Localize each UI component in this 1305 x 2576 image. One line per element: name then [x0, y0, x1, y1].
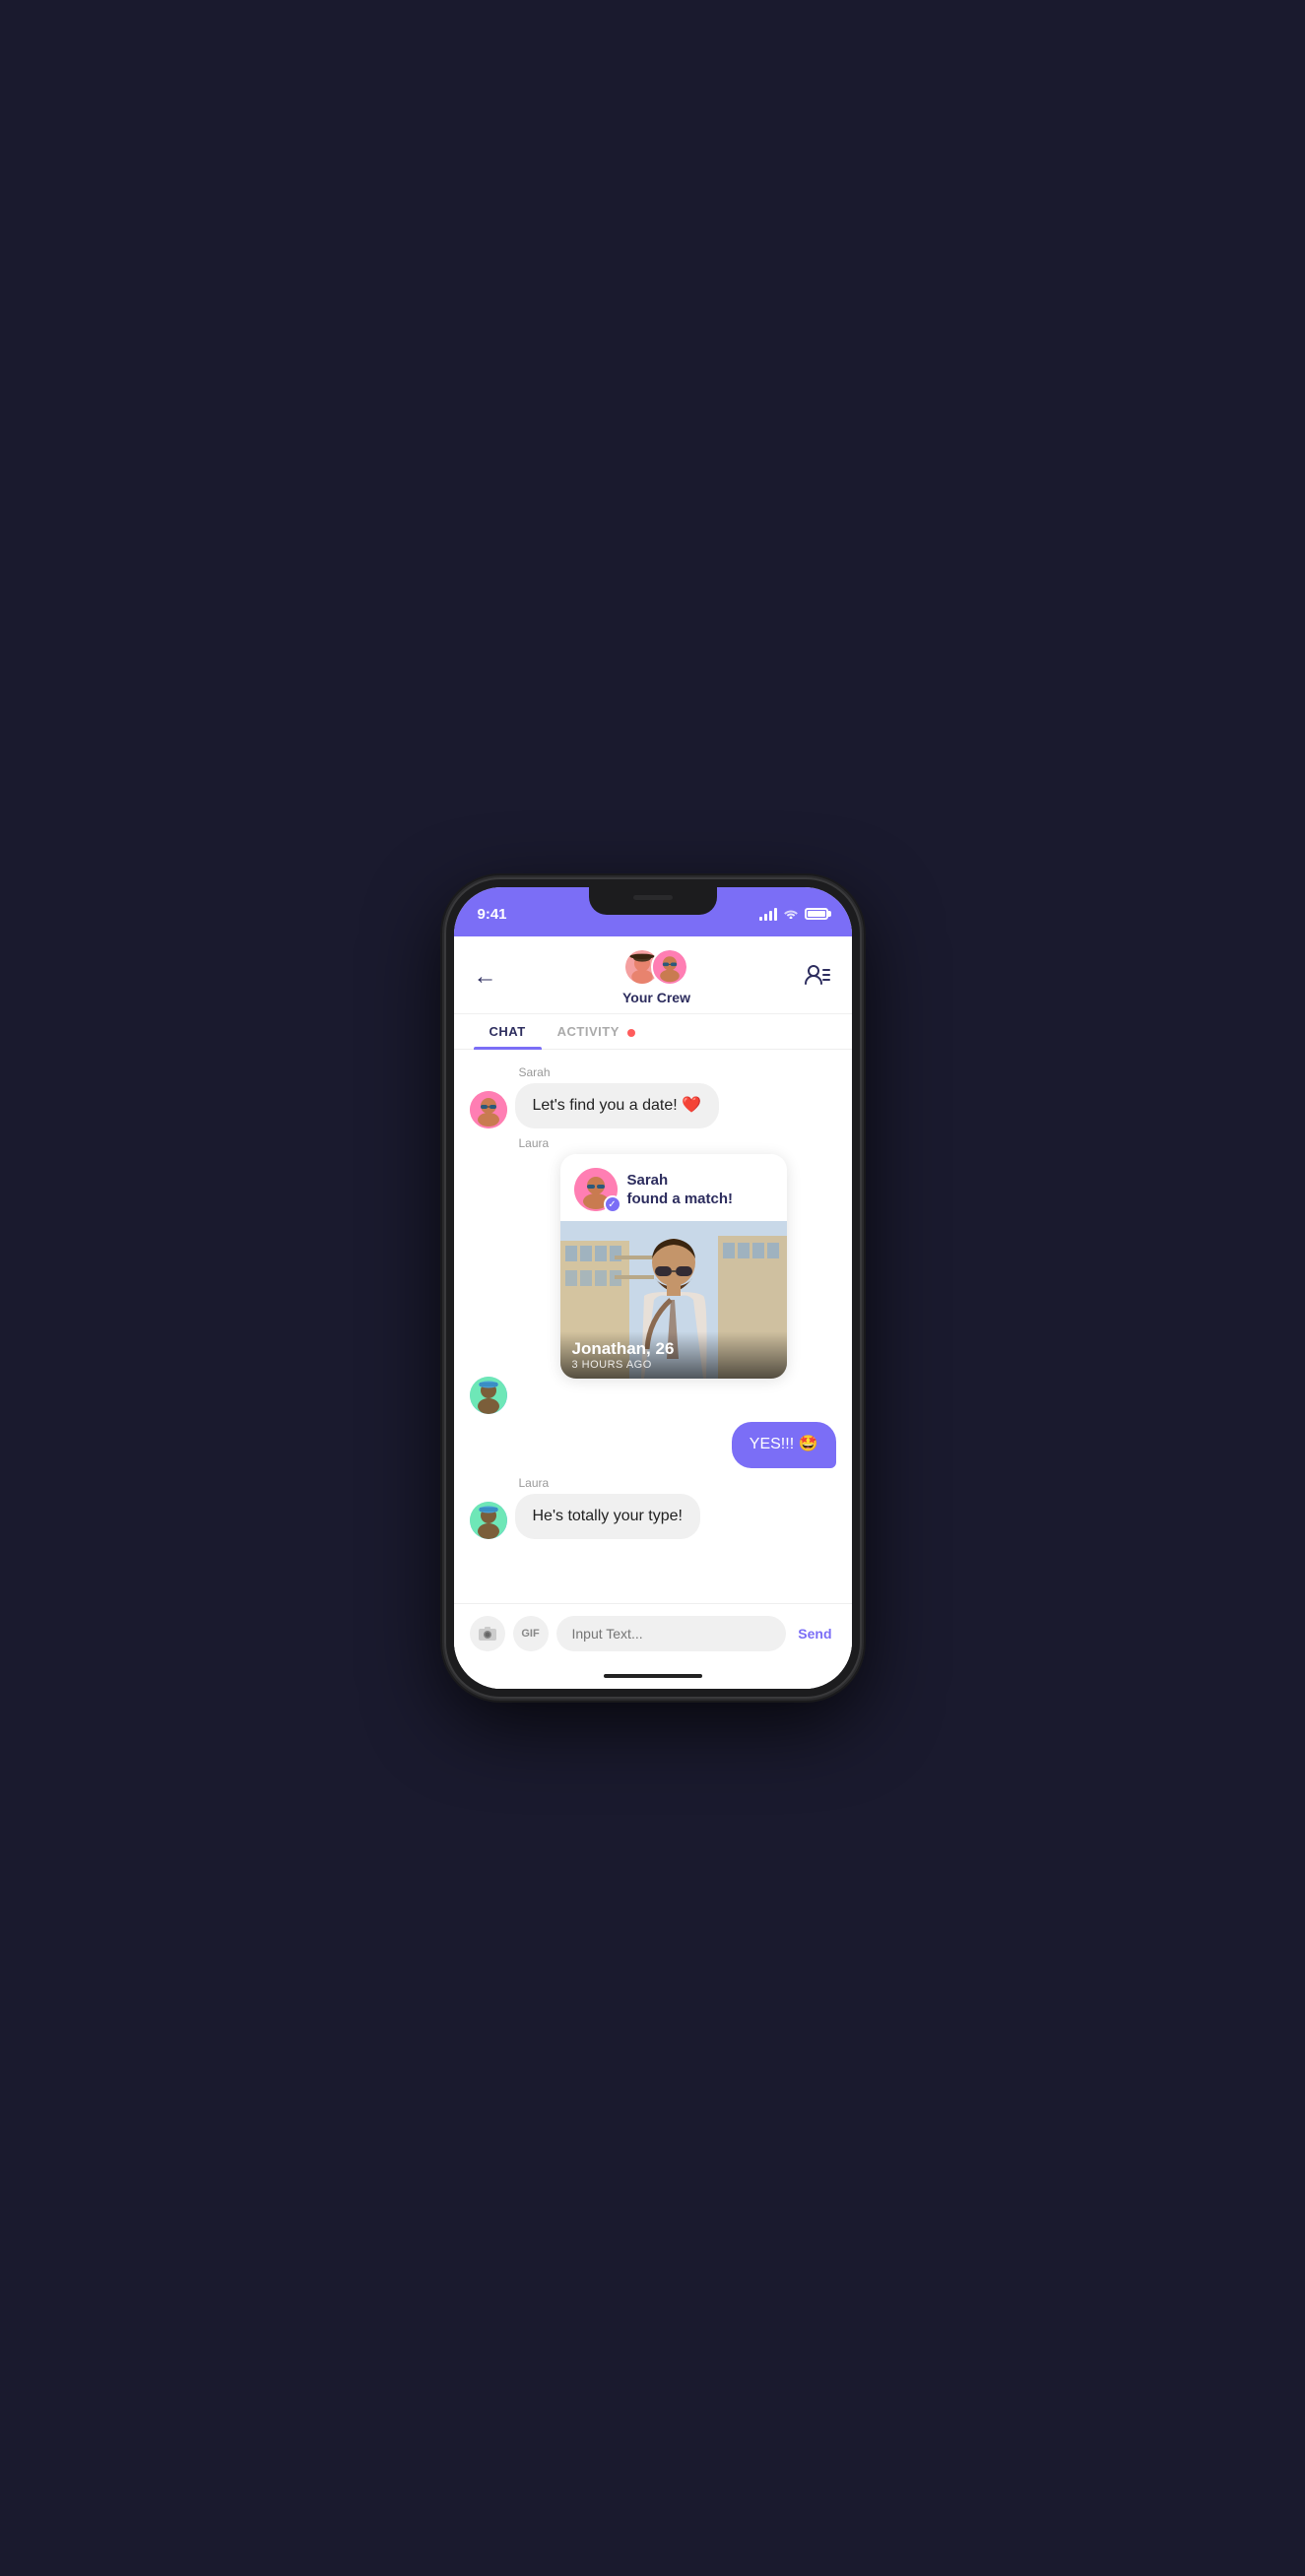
- crew-avatar-laura: [651, 948, 688, 986]
- laura-avatar-2: [470, 1502, 507, 1539]
- battery-icon: [805, 908, 828, 920]
- home-indicator: [454, 1663, 852, 1689]
- tab-activity[interactable]: ACTIVITY: [542, 1014, 651, 1049]
- message-group-4: Laura: [470, 1476, 836, 1539]
- message-row-4: He's totally your type!: [470, 1494, 836, 1539]
- phone-screen: 9:41: [454, 887, 852, 1689]
- message-row-2: ✓ Sarah found a match!: [470, 1154, 836, 1379]
- tab-chat[interactable]: CHAT: [474, 1014, 542, 1049]
- notch: [589, 887, 717, 915]
- tabs: CHAT ACTIVITY: [454, 1014, 852, 1050]
- message-bubble-4: He's totally your type!: [515, 1494, 700, 1539]
- notch-speaker: [633, 895, 673, 900]
- people-icon[interactable]: [804, 963, 831, 991]
- messages-area: Sarah: [454, 1050, 852, 1603]
- message-bubble-1: Let's find you a date! ❤️: [515, 1083, 720, 1128]
- phone-frame: 9:41: [446, 879, 860, 1697]
- input-bar: GIF Send: [454, 1603, 852, 1663]
- phone-wrapper: 9:41: [446, 879, 860, 1697]
- gif-button[interactable]: GIF: [513, 1616, 549, 1651]
- match-card-header: ✓ Sarah found a match!: [560, 1154, 787, 1221]
- message-bubble-3: YES!!! 🤩: [732, 1422, 836, 1467]
- header-center: Your Crew: [622, 948, 690, 1005]
- laura-avatar: [470, 1377, 507, 1414]
- message-group-1: Sarah: [470, 1065, 836, 1128]
- back-button[interactable]: ←: [474, 963, 509, 991]
- status-time: 9:41: [478, 906, 507, 923]
- sarah-avatar: [470, 1091, 507, 1128]
- laura-avatar-row: [470, 1377, 836, 1414]
- crew-avatars: [623, 948, 688, 986]
- message-group-3: YES!!! 🤩: [470, 1422, 836, 1467]
- status-icons: [759, 906, 828, 922]
- match-card-text: Sarah found a match!: [627, 1171, 734, 1209]
- sender-name-sarah: Sarah: [519, 1065, 836, 1079]
- signal-icon: [759, 908, 777, 921]
- app-content: ←: [454, 936, 852, 1689]
- match-name: Jonathan, 26: [572, 1339, 775, 1359]
- sender-name-laura-2: Laura: [519, 1476, 836, 1490]
- match-card[interactable]: ✓ Sarah found a match!: [560, 1154, 787, 1379]
- header: ←: [454, 936, 852, 1014]
- wifi-icon: [783, 906, 799, 922]
- match-time: 3 HOURS AGO: [572, 1359, 775, 1371]
- camera-button[interactable]: [470, 1616, 505, 1651]
- activity-notification-dot: [627, 1029, 635, 1037]
- message-row-1: Let's find you a date! ❤️: [470, 1083, 836, 1128]
- sender-name-laura-1: Laura: [519, 1136, 836, 1150]
- message-row-3: YES!!! 🤩: [470, 1422, 836, 1467]
- message-input[interactable]: [556, 1616, 787, 1651]
- home-bar: [604, 1674, 702, 1678]
- send-button[interactable]: Send: [794, 1626, 835, 1642]
- match-photo: Jonathan, 26 3 HOURS AGO: [560, 1221, 787, 1379]
- status-bar: 9:41: [454, 887, 852, 936]
- header-title: Your Crew: [622, 990, 690, 1005]
- match-info-overlay: Jonathan, 26 3 HOURS AGO: [560, 1331, 787, 1379]
- match-avatar-wrapper: ✓: [574, 1168, 618, 1211]
- match-check-icon: ✓: [604, 1195, 621, 1213]
- message-group-2: Laura: [470, 1136, 836, 1379]
